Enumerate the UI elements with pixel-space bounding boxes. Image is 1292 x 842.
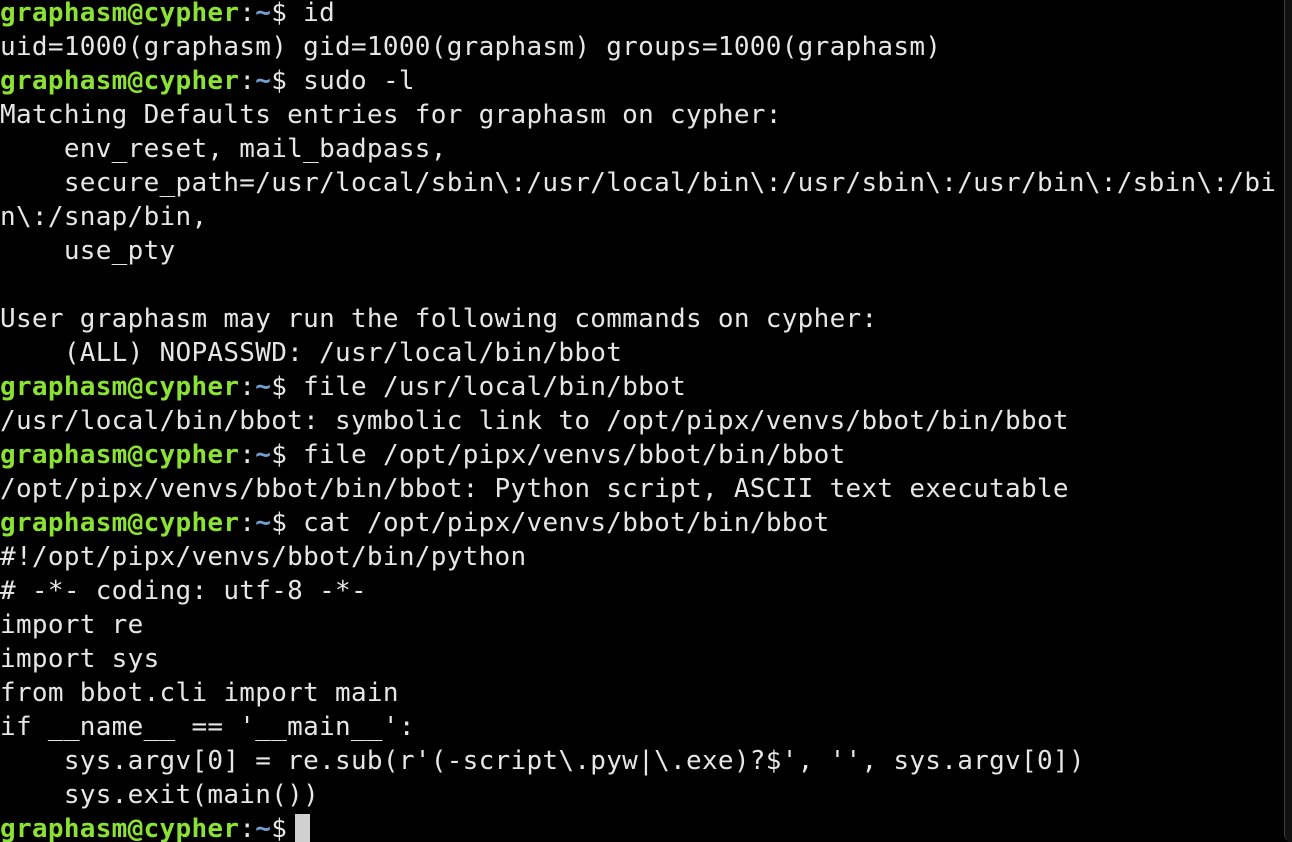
output-line: Matching Defaults entries for graphasm o… bbox=[0, 100, 782, 130]
prompt-symbol: $ bbox=[271, 814, 288, 842]
prompt-line: graphasm@cypher:~$ id bbox=[0, 0, 1284, 30]
prompt-user-host: graphasm@cypher bbox=[0, 0, 240, 28]
command-text: id bbox=[287, 0, 336, 28]
prompt-line: graphasm@cypher:~$ file /opt/pipx/venvs/… bbox=[0, 438, 1284, 472]
output-line: secure_path=/usr/local/sbin\:/usr/local/… bbox=[0, 168, 1277, 198]
output-line: use_pty bbox=[0, 236, 176, 266]
output-line: if __name__ == '__main__': bbox=[0, 712, 415, 742]
prompt-user-host: graphasm@cypher bbox=[0, 814, 240, 842]
prompt-path: ~ bbox=[255, 508, 272, 538]
prompt-line: graphasm@cypher:~$ bbox=[0, 812, 1284, 842]
prompt-symbol: $ bbox=[271, 508, 288, 538]
prompt-colon: : bbox=[239, 372, 256, 402]
prompt-line: graphasm@cypher:~$ file /usr/local/bin/b… bbox=[0, 370, 1284, 404]
prompt-user-host: graphasm@cypher bbox=[0, 508, 240, 538]
command-text: cat /opt/pipx/venvs/bbot/bin/bbot bbox=[287, 508, 830, 538]
prompt-colon: : bbox=[239, 508, 256, 538]
prompt-user-host: graphasm@cypher bbox=[0, 440, 240, 470]
prompt-path: ~ bbox=[255, 814, 272, 842]
prompt-path: ~ bbox=[255, 372, 272, 402]
prompt-path: ~ bbox=[255, 66, 272, 96]
prompt-symbol: $ bbox=[271, 66, 288, 96]
prompt-symbol: $ bbox=[271, 440, 288, 470]
command-text: sudo -l bbox=[287, 66, 415, 96]
prompt-colon: : bbox=[239, 440, 256, 470]
command-text: file /usr/local/bin/bbot bbox=[287, 372, 687, 402]
terminal-output[interactable]: graphasm@cypher:~$ id uid=1000(graphasm) … bbox=[0, 0, 1284, 842]
prompt-colon: : bbox=[239, 0, 256, 28]
prompt-user-host: graphasm@cypher bbox=[0, 372, 240, 402]
prompt-symbol: $ bbox=[271, 372, 288, 402]
text-cursor[interactable] bbox=[295, 814, 311, 842]
output-line: env_reset, mail_badpass, bbox=[0, 134, 447, 164]
prompt-symbol: $ bbox=[271, 0, 288, 28]
terminal-window[interactable]: graphasm@cypher:~$ id uid=1000(graphasm) … bbox=[0, 0, 1292, 842]
prompt-path: ~ bbox=[255, 0, 272, 28]
output-line: #!/opt/pipx/venvs/bbot/bin/python bbox=[0, 542, 527, 572]
output-line: # -*- coding: utf-8 -*- bbox=[0, 576, 367, 606]
output-line: import sys bbox=[0, 644, 160, 674]
output-line: from bbot.cli import main bbox=[0, 678, 399, 708]
prompt-line: graphasm@cypher:~$ sudo -l bbox=[0, 64, 1284, 98]
output-line: (ALL) NOPASSWD: /usr/local/bin/bbot bbox=[0, 338, 623, 368]
output-line: uid=1000(graphasm) gid=1000(graphasm) gr… bbox=[0, 32, 942, 62]
output-line: import re bbox=[0, 610, 144, 640]
command-text: file /opt/pipx/venvs/bbot/bin/bbot bbox=[287, 440, 846, 470]
output-line: sys.argv[0] = re.sub(r'(-script\.pyw|\.e… bbox=[0, 746, 1085, 776]
output-line: /opt/pipx/venvs/bbot/bin/bbot: Python sc… bbox=[0, 474, 1069, 504]
output-line: User graphasm may run the following comm… bbox=[0, 304, 878, 334]
prompt-colon: : bbox=[239, 814, 256, 842]
prompt-line: graphasm@cypher:~$ cat /opt/pipx/venvs/b… bbox=[0, 506, 1284, 540]
prompt-path: ~ bbox=[255, 440, 272, 470]
output-line: sys.exit(main()) bbox=[0, 780, 320, 810]
terminal-scrollbar-edge[interactable] bbox=[1284, 0, 1292, 842]
output-line: /usr/local/bin/bbot: symbolic link to /o… bbox=[0, 406, 1069, 436]
output-line: n\:/snap/bin, bbox=[0, 202, 208, 232]
prompt-colon: : bbox=[239, 66, 256, 96]
prompt-user-host: graphasm@cypher bbox=[0, 66, 240, 96]
